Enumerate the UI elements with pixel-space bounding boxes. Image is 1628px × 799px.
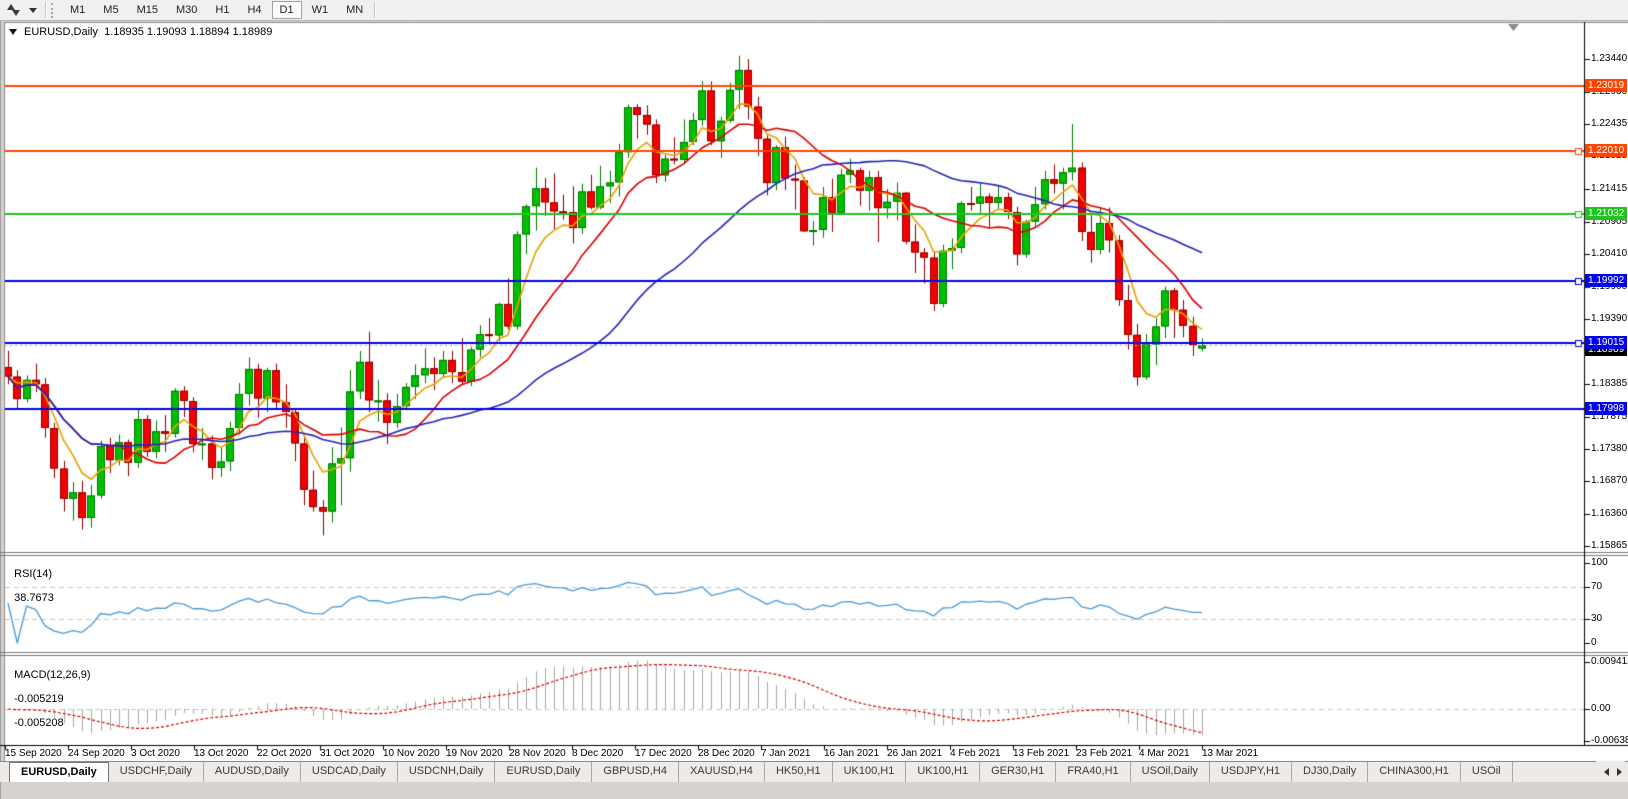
hline-price-badge: 1.22010 [1585, 144, 1627, 157]
label-space [14, 580, 17, 592]
rsi-tick-label: 70 [1591, 581, 1602, 592]
timeframe-button-m1[interactable]: M1 [62, 1, 93, 19]
chart-tab[interactable]: XAUUSD,H4 [679, 762, 765, 782]
chart-tab[interactable]: CHINA300,H1 [1368, 762, 1461, 782]
date-label: 31 Oct 2020 [320, 748, 374, 759]
price-tick-label: 1.19390 [1591, 313, 1627, 324]
chart-tab[interactable]: USDCNH,Daily [398, 762, 496, 782]
tab-scroll-arrows [1596, 761, 1625, 782]
rsi-panel-label: RSI(14) 38.7673 [8, 556, 54, 604]
chart-ohlc-values: 1.18935 1.19093 1.18894 1.18989 [104, 26, 272, 38]
date-label: 7 Jan 2021 [761, 748, 811, 759]
chart-tab[interactable]: GBPUSD,H4 [592, 762, 679, 782]
dropdown-caret-icon[interactable] [29, 8, 37, 13]
macd-value-signal: -0.005208 [14, 717, 64, 729]
date-label: 19 Nov 2020 [446, 748, 503, 759]
timeframe-button-h4[interactable]: H4 [239, 1, 269, 19]
hline-price-badge: 1.19992 [1585, 274, 1627, 287]
date-label: 10 Nov 2020 [383, 748, 440, 759]
price-tick-label: 1.17380 [1591, 443, 1627, 454]
chart-tab[interactable]: UK100,H1 [906, 762, 980, 782]
macd-tick-label: -0.006386 [1591, 735, 1628, 746]
hline-price-badge: 1.19015 [1585, 336, 1627, 349]
collapse-caret-icon[interactable] [9, 29, 17, 35]
price-tick-label: 1.16360 [1591, 508, 1627, 519]
chart-arrows-icon[interactable] [6, 3, 22, 17]
date-label: 3 Oct 2020 [131, 748, 180, 759]
timeframe-button-mn[interactable]: MN [338, 1, 371, 19]
chart-tab[interactable]: USOil,Daily [1131, 762, 1210, 782]
hline-price-badge: 1.23019 [1585, 79, 1627, 92]
chart-symbol-label: EURUSD,Daily [24, 26, 98, 38]
tab-scroll-left-icon[interactable] [1604, 768, 1609, 776]
hline-price-badge: 1.21032 [1585, 207, 1627, 220]
timeframe-button-m15[interactable]: M15 [129, 1, 166, 19]
rsi-tick-label: 100 [1591, 557, 1608, 568]
chart-title: EURUSD,Daily 1.18935 1.19093 1.18894 1.1… [9, 26, 272, 38]
chart-tab[interactable]: HK50,H1 [765, 762, 833, 782]
tab-scroll-right-icon[interactable] [1617, 768, 1622, 776]
timeframe-button-d1[interactable]: D1 [272, 1, 302, 19]
date-label: 22 Oct 2020 [257, 748, 311, 759]
macd-tick-label: 0.00 [1591, 703, 1610, 714]
timeframe-button-h1[interactable]: H1 [207, 1, 237, 19]
price-tick-label: 1.15865 [1591, 540, 1627, 551]
date-label: 4 Mar 2021 [1139, 748, 1190, 759]
date-label: 28 Dec 2020 [698, 748, 755, 759]
rsi-value: 38.7673 [14, 592, 54, 604]
chart-tab-bar: EURUSD,DailyUSDCHF,DailyAUDUSD,DailyUSDC… [0, 761, 1628, 782]
rsi-tick-label: 30 [1591, 613, 1602, 624]
chart-tab[interactable]: UK100,H1 [833, 762, 907, 782]
price-tick-label: 1.18385 [1591, 378, 1627, 389]
macd-tick-label: 0.009412 [1591, 656, 1628, 667]
chart-tab[interactable]: EURUSD,Daily [495, 762, 592, 782]
date-label: 13 Mar 2021 [1202, 748, 1258, 759]
macd-panel-label: MACD(12,26,9) -0.005219 -0.005208 [8, 657, 91, 729]
timeframe-buttons: M1M5M15M30H1H4D1W1MN [61, 1, 372, 19]
toolbar-separator [45, 2, 47, 18]
price-tick-label: 1.21415 [1591, 183, 1627, 194]
toolbar-grip[interactable] [51, 3, 57, 18]
timeframe-button-w1[interactable]: W1 [304, 1, 337, 19]
timeframe-button-m30[interactable]: M30 [168, 1, 205, 19]
date-label: 13 Oct 2020 [194, 748, 248, 759]
chart-tab[interactable]: EURUSD,Daily [9, 762, 109, 782]
rsi-tick-label: 0 [1591, 637, 1597, 648]
date-label: 23 Feb 2021 [1076, 748, 1132, 759]
date-label: 8 Dec 2020 [572, 748, 623, 759]
chart-tab[interactable]: FRA40,H1 [1056, 762, 1130, 782]
chart-tab[interactable]: AUDUSD,Daily [204, 762, 301, 782]
chart-tab[interactable]: USOil [1461, 762, 1513, 782]
date-label: 24 Sep 2020 [68, 748, 125, 759]
price-tick-label: 1.16870 [1591, 475, 1627, 486]
toolbar-separator [374, 2, 376, 18]
label-space [14, 681, 17, 693]
label-space [14, 705, 17, 717]
chart-tab[interactable]: DJ30,Daily [1292, 762, 1368, 782]
price-tick-label: 1.23440 [1591, 53, 1627, 64]
hline-price-badge: 1.17998 [1585, 402, 1627, 415]
macd-label: MACD(12,26,9) [14, 669, 90, 681]
date-label: 15 Sep 2020 [5, 748, 62, 759]
timeframe-toolbar: M1M5M15M30H1H4D1W1MN [0, 0, 1628, 21]
chart-tab[interactable]: USDJPY,H1 [1210, 762, 1292, 782]
chart-tab[interactable]: GER30,H1 [980, 762, 1056, 782]
date-label: 13 Feb 2021 [1013, 748, 1069, 759]
price-tick-label: 1.22435 [1591, 118, 1627, 129]
price-tick-label: 1.20410 [1591, 248, 1627, 259]
rsi-label: RSI(14) [14, 568, 52, 580]
date-label: 4 Feb 2021 [950, 748, 1001, 759]
macd-value-main: -0.005219 [14, 693, 64, 705]
date-label: 26 Jan 2021 [887, 748, 942, 759]
chart-canvas[interactable] [0, 0, 1628, 799]
date-label: 16 Jan 2021 [824, 748, 879, 759]
timeframe-button-m5[interactable]: M5 [95, 1, 126, 19]
chart-tab[interactable]: USDCAD,Daily [301, 762, 398, 782]
chart-tab[interactable]: USDCHF,Daily [109, 762, 204, 782]
date-label: 28 Nov 2020 [509, 748, 566, 759]
date-label: 17 Dec 2020 [635, 748, 692, 759]
